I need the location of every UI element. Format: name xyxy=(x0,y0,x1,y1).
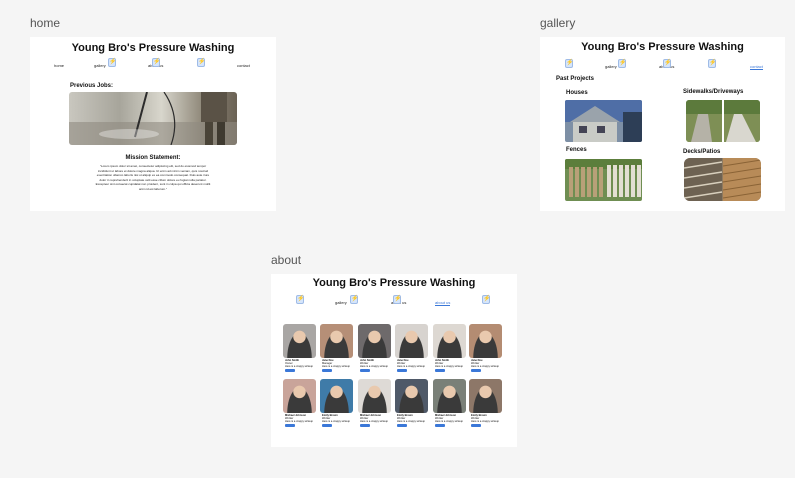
lightning-bolt-icon: ⚡ xyxy=(663,59,672,68)
team-member-description: Here is a crappy writeup xyxy=(471,365,499,368)
category-fences: Fences xyxy=(566,147,587,153)
nav-home-link[interactable]: home xyxy=(54,63,64,68)
nav-bar: home gallery ⚡ about us ⚡ ⚡ contact xyxy=(30,58,276,70)
team-member-photo xyxy=(469,324,502,358)
nav-gallery-link[interactable]: gallery xyxy=(335,300,347,305)
team-card: Jane Doe Worker Here is a crappy writeup xyxy=(469,324,502,376)
frame-label-about: about xyxy=(271,253,302,267)
team-member-description: Here is a crappy writeup xyxy=(397,420,425,423)
lightning-bolt-icon: ⚡ xyxy=(197,58,206,67)
contact-button[interactable] xyxy=(397,424,407,427)
home-frame: Young Bro's Pressure Washing home galler… xyxy=(30,37,276,211)
lightning-bolt-icon: ⚡ xyxy=(393,295,402,304)
previous-jobs-heading: Previous Jobs: xyxy=(70,83,114,89)
team-member-photo xyxy=(433,324,466,358)
houses-photo[interactable] xyxy=(565,100,642,142)
team-member-photo xyxy=(395,324,428,358)
lightning-bolt-icon: ⚡ xyxy=(152,58,161,67)
nav-gallery-link[interactable]: gallery xyxy=(605,64,617,69)
nav-bar: ⚡ gallery ⚡ about us ⚡ ⚡ contact xyxy=(540,57,785,71)
team-member-description: Here is a crappy writeup xyxy=(285,420,313,423)
contact-button[interactable] xyxy=(360,424,370,427)
contact-button[interactable] xyxy=(397,369,407,372)
nav-about-active-link[interactable]: about us xyxy=(435,300,451,306)
team-card: Jane Doe Worker Here is a crappy writeup xyxy=(395,324,428,376)
lightning-bolt-icon: ⚡ xyxy=(108,58,117,67)
category-decks: Decks/Patios xyxy=(683,149,721,155)
category-houses: Houses xyxy=(566,90,588,96)
nav-bar: ⚡ gallery ⚡ about us ⚡ about us ⚡ xyxy=(271,294,517,308)
team-card: Jane Doe Manager Here is a crappy writeup xyxy=(320,324,353,376)
lightning-bolt-icon: ⚡ xyxy=(708,59,717,68)
mission-text: "Lorem ipsum dolor sit amet, consectetur… xyxy=(95,164,211,191)
contact-button[interactable] xyxy=(285,424,295,427)
previous-jobs-photo xyxy=(69,92,237,145)
team-card: John Smith Worker Here is a crappy writeup xyxy=(358,324,391,376)
team-member-description: Here is a crappy writeup xyxy=(435,420,463,423)
about-frame: Young Bro's Pressure Washing ⚡ gallery ⚡… xyxy=(271,274,517,447)
sidewalks-photo[interactable] xyxy=(686,100,760,142)
site-title: Young Bro's Pressure Washing xyxy=(581,41,744,53)
team-member-description: Here is a crappy writeup xyxy=(435,365,463,368)
team-card: Michael Johnson Worker Here is a crappy wr… xyxy=(283,379,316,431)
team-member-photo xyxy=(358,379,391,413)
gallery-frame: Young Bro's Pressure Washing ⚡ gallery ⚡… xyxy=(540,37,785,211)
nav-contact-link[interactable]: contact xyxy=(750,64,763,70)
lightning-bolt-icon: ⚡ xyxy=(618,59,627,68)
team-member-description: Here is a crappy writeup xyxy=(285,365,313,368)
nav-contact-link[interactable]: contact xyxy=(237,63,250,68)
past-projects-heading: Past Projects xyxy=(556,76,595,82)
lightning-bolt-icon: ⚡ xyxy=(565,59,574,68)
team-card: Emily Brown Worker Here is a crappy writeu… xyxy=(395,379,428,431)
team-member-photo xyxy=(283,324,316,358)
team-card: Emily Brown Worker Here is a crappy writeu… xyxy=(469,379,502,431)
team-card: Michael Johnson Worker Here is a crappy wr… xyxy=(433,379,466,431)
team-member-photo xyxy=(320,324,353,358)
team-member-photo xyxy=(358,324,391,358)
team-member-description: Here is a crappy writeup xyxy=(360,420,388,423)
contact-button[interactable] xyxy=(322,424,332,427)
frame-label-gallery: gallery xyxy=(540,16,576,30)
team-card: John Smith Worker Here is a crappy writeup xyxy=(433,324,466,376)
team-card: John Smith Owner Here is a crappy writeup xyxy=(283,324,316,376)
team-member-photo xyxy=(433,379,466,413)
contact-button[interactable] xyxy=(471,424,481,427)
contact-button[interactable] xyxy=(471,369,481,372)
team-member-description: Here is a crappy writeup xyxy=(360,365,388,368)
team-card: Emily Brown Worker Here is a crappy writeu… xyxy=(320,379,353,431)
lightning-bolt-icon: ⚡ xyxy=(296,295,305,304)
lightning-bolt-icon: ⚡ xyxy=(482,295,491,304)
contact-button[interactable] xyxy=(322,369,332,372)
site-title: Young Bro's Pressure Washing xyxy=(71,42,235,54)
decks-photo[interactable] xyxy=(684,158,761,201)
nav-gallery-link[interactable]: gallery xyxy=(94,63,106,68)
contact-button[interactable] xyxy=(435,424,445,427)
team-member-description: Here is a crappy writeup xyxy=(322,420,350,423)
fences-photo[interactable] xyxy=(565,159,642,201)
team-member-description: Here is a crappy writeup xyxy=(397,365,425,368)
mission-heading: Mission Statement: xyxy=(125,155,181,161)
frame-label-home: home xyxy=(30,16,61,30)
lightning-bolt-icon: ⚡ xyxy=(350,295,359,304)
team-member-photo xyxy=(320,379,353,413)
site-title: Young Bro's Pressure Washing xyxy=(312,277,476,289)
team-member-description: Here is a crappy writeup xyxy=(471,420,499,423)
team-member-photo xyxy=(469,379,502,413)
team-member-photo xyxy=(395,379,428,413)
team-member-photo xyxy=(283,379,316,413)
contact-button[interactable] xyxy=(360,369,370,372)
contact-button[interactable] xyxy=(285,369,295,372)
contact-button[interactable] xyxy=(435,369,445,372)
team-card: Michael Johnson Worker Here is a crappy wr… xyxy=(358,379,391,431)
category-sidewalks: Sidewalks/Driveways xyxy=(683,89,744,95)
team-member-description: Here is a crappy writeup xyxy=(322,365,350,368)
